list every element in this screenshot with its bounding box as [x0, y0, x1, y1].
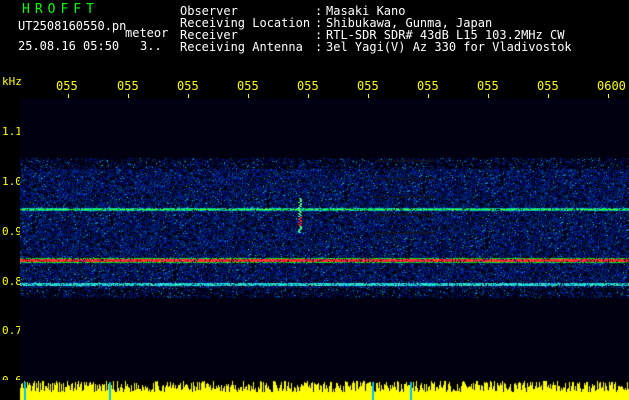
- y-tick-label: 0.7: [2, 324, 22, 337]
- antenna-sep: :: [315, 40, 323, 54]
- x-tick-label: 055: [297, 80, 319, 92]
- y-tick-label: 0.9: [2, 225, 22, 238]
- x-tick-label: 055: [357, 80, 379, 92]
- antenna-label: Receiving Antenna: [180, 40, 303, 54]
- x-tick-label: 055: [537, 80, 559, 92]
- sub-count: 3..: [140, 39, 162, 53]
- x-tick-label: 055: [237, 80, 259, 92]
- x-tick-label: 055: [417, 80, 439, 92]
- x-tick-label: 055: [177, 80, 199, 92]
- y-tick-label: 1.0: [2, 175, 22, 188]
- file-name-suffix: meteor: [125, 26, 169, 40]
- x-tick-label: 0600: [597, 80, 626, 92]
- app-title: HROFFT: [22, 2, 99, 17]
- y-tick-label: 1.1: [2, 125, 22, 138]
- x-tick-label: 055: [56, 80, 78, 92]
- antenna-value: 3el Yagi(V) Az 330 for Vladivostok: [326, 40, 572, 54]
- spectrogram-panel: [20, 98, 629, 380]
- spectrogram: [20, 98, 629, 380]
- date-time: 25.08.16 05:50: [18, 39, 120, 53]
- y-axis-unit: kHz: [2, 75, 22, 88]
- x-tick-label: 055: [117, 80, 139, 92]
- file-name: UT2508160550.pn: [18, 19, 127, 33]
- audio-level-bar: [0, 380, 629, 400]
- y-tick-label: 0.8: [2, 275, 22, 288]
- x-tick-label: 055: [477, 80, 499, 92]
